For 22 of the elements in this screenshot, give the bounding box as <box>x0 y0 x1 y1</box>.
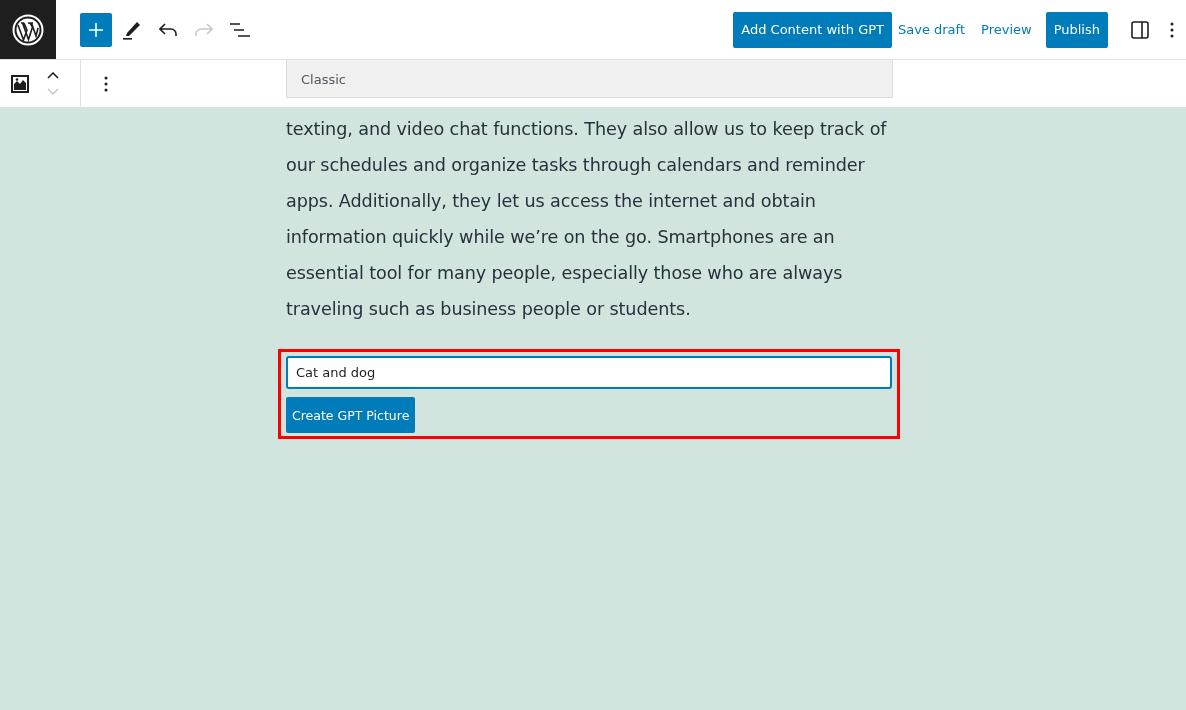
logo-icon <box>12 13 44 46</box>
sidebar-icon <box>1131 20 1149 39</box>
chevron-down-icon <box>47 88 59 95</box>
classic-label: Classic <box>301 72 346 87</box>
action-link[interactable]: Preview <box>975 11 1042 48</box>
pen-icon <box>123 19 141 40</box>
undo-icon <box>159 22 177 37</box>
create-picture-button[interactable]: Create GPT Picture <box>286 397 416 433</box>
paragraph-text: texting, and video chat functions. They also allow us to keep track of our schedules and organize tasks through calendars and reminder apps. Additionally, they let us access the internet and obtain information quickly while we’re on the go. Smartphones are an essential tool for many people, especially those who are always traveling such as business people or students. <box>286 118 888 321</box>
action-link[interactable]: Save draft <box>892 11 976 48</box>
kebab-icon <box>1170 21 1174 38</box>
action-button[interactable]: Publish <box>1045 11 1108 48</box>
redo-icon <box>195 22 213 37</box>
chevron-up-icon <box>47 72 59 79</box>
wordpress-logo[interactable] <box>0 0 56 59</box>
prompt-input[interactable]: Cat and dog <box>286 356 892 389</box>
image-block-icon[interactable] <box>11 74 29 93</box>
action-button[interactable]: Add Content with GPT <box>733 11 892 48</box>
plus-icon <box>89 22 103 37</box>
list-view-icon <box>230 21 250 38</box>
kebab-icon <box>104 75 108 92</box>
add-block-button[interactable] <box>80 12 112 47</box>
